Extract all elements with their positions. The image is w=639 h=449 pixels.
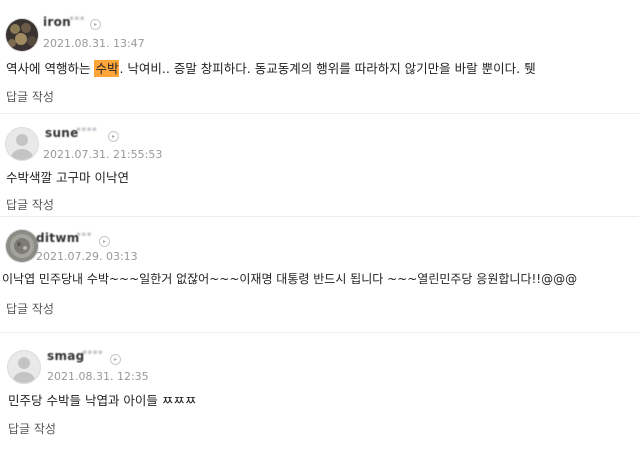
- divider: [0, 332, 639, 333]
- reply-button[interactable]: 답글 작성: [8, 420, 56, 437]
- highlighted-keyword: 수박: [94, 60, 120, 77]
- comment-text-part: . 낙여비.. 증말 창피하다. 동교동계의 행위를 따라하지 않기만을 바랄 …: [119, 61, 536, 76]
- reply-button[interactable]: 답글 작성: [6, 196, 54, 213]
- comment-date: 2021.08.31. 13:47: [43, 37, 145, 50]
- comment-text: 역사에 역행하는 수박. 낙여비.. 증말 창피하다. 동교동계의 행위를 따라…: [6, 58, 536, 77]
- commenter-nickname[interactable]: ditwm: [36, 231, 80, 245]
- comment-text: 이낙엽 민주당내 수박~~~일한거 없잖어~~~이재명 대통령 반드시 됩니다 …: [2, 272, 578, 286]
- comment-item: iron *** ▸ 2021.08.31. 13:47 역사에 역행하는 수박…: [0, 0, 639, 112]
- divider: [0, 216, 639, 217]
- avatar[interactable]: [5, 127, 39, 161]
- comment-date: 2021.08.31. 12:35: [47, 370, 149, 383]
- reply-button[interactable]: 답글 작성: [6, 88, 54, 105]
- divider: [0, 113, 639, 114]
- profile-badge-icon[interactable]: ▸: [110, 354, 121, 365]
- avatar[interactable]: [5, 18, 39, 52]
- commenter-nickname-mask: ****: [82, 349, 104, 360]
- commenter-nickname[interactable]: smag: [47, 349, 85, 363]
- avatar-image: [6, 230, 38, 262]
- comment-text: 민주당 수박들 낙엽과 아이들 ㅉㅉㅉ: [8, 393, 197, 408]
- default-avatar-icon: [8, 351, 40, 383]
- reply-button[interactable]: 답글 작성: [6, 300, 54, 317]
- avatar[interactable]: [5, 229, 39, 263]
- profile-badge-icon[interactable]: ▸: [108, 131, 119, 142]
- avatar-image: [6, 19, 38, 51]
- comment-text: 수박색깔 고구마 이낙연: [6, 170, 129, 185]
- comment-date: 2021.07.31. 21:55:53: [43, 148, 163, 161]
- profile-badge-icon[interactable]: ▸: [90, 19, 101, 30]
- commenter-nickname[interactable]: sune: [45, 126, 79, 140]
- comment-text-part: 역사에 역행하는: [6, 61, 95, 76]
- commenter-nickname-mask: ***: [69, 15, 85, 26]
- commenter-nickname-mask: ***: [76, 231, 92, 242]
- profile-badge-icon[interactable]: ▸: [99, 236, 110, 247]
- comment-date: 2021.07.29. 03:13: [36, 250, 138, 263]
- default-avatar-icon: [6, 128, 38, 160]
- commenter-nickname[interactable]: iron: [43, 15, 71, 29]
- avatar[interactable]: [7, 350, 41, 384]
- commenter-nickname-mask: ****: [76, 126, 98, 137]
